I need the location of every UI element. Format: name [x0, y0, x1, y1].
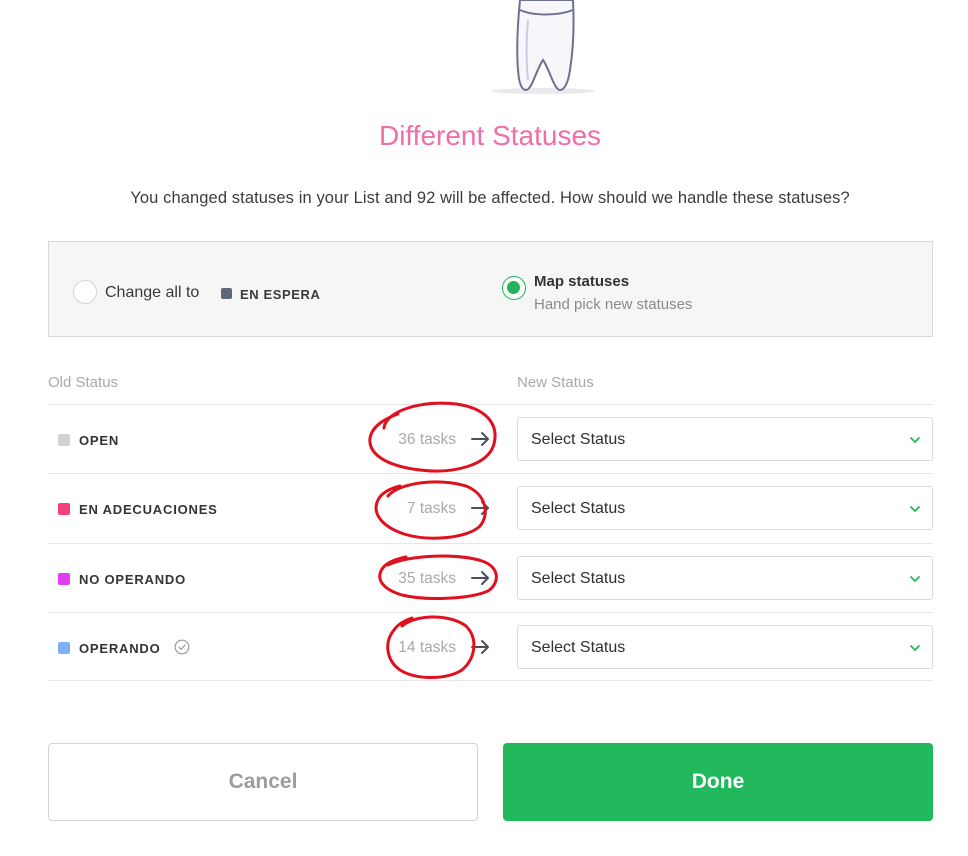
map-statuses-sublabel: Hand pick new statuses — [534, 296, 693, 313]
old-status-name: EN ADECUACIONES — [79, 502, 218, 517]
old-status-name: OPERANDO — [79, 641, 161, 656]
select-value: Select Status — [531, 431, 626, 448]
status-color-swatch — [58, 434, 70, 446]
map-statuses-label[interactable]: Map statuses — [534, 273, 629, 290]
arrow-right-icon — [471, 640, 489, 654]
new-status-select[interactable]: Select Status — [517, 486, 933, 530]
arrow-right-icon — [471, 571, 489, 585]
status-color-swatch — [58, 642, 70, 654]
dialog-message: You changed statuses in your List and 92… — [130, 189, 850, 207]
status-color-swatch — [221, 288, 232, 299]
done-button[interactable]: Done — [503, 743, 933, 821]
new-status-header: New Status — [517, 374, 594, 391]
closed-status-check-icon — [174, 639, 190, 655]
chevron-down-icon — [910, 576, 920, 582]
task-count: 36 tasks — [398, 431, 456, 448]
old-status-header: Old Status — [48, 374, 119, 391]
status-row-operando: OPERANDO 14 tasks Select Status — [48, 612, 933, 681]
select-value: Select Status — [531, 639, 626, 656]
new-status-select[interactable]: Select Status — [517, 625, 933, 669]
status-color-swatch — [58, 503, 70, 515]
status-row-open: OPEN 36 tasks Select Status — [48, 404, 933, 473]
arrow-right-icon — [471, 501, 489, 515]
status-color-swatch — [58, 573, 70, 585]
change-all-radio[interactable] — [73, 280, 97, 304]
change-all-status[interactable]: EN ESPERA — [240, 287, 321, 302]
chevron-down-icon — [910, 437, 920, 443]
task-count: 35 tasks — [398, 570, 456, 587]
chevron-down-icon — [910, 645, 920, 651]
status-row-no-operando: NO OPERANDO 35 tasks Select Status — [48, 543, 933, 612]
cancel-button[interactable]: Cancel — [48, 743, 478, 821]
tooth-illustration — [491, 0, 595, 94]
arrow-right-icon — [471, 432, 489, 446]
old-status-name: NO OPERANDO — [79, 572, 187, 587]
old-status-name: OPEN — [79, 433, 120, 448]
dialog-title: Different Statuses — [378, 120, 602, 151]
task-count: 7 tasks — [406, 500, 456, 517]
new-status-select[interactable]: Select Status — [517, 417, 933, 461]
chevron-down-icon — [910, 506, 920, 512]
task-count: 14 tasks — [398, 639, 456, 656]
status-row-en-adecuaciones: EN ADECUACIONES 7 tasks Select Status — [48, 473, 933, 542]
select-value: Select Status — [531, 500, 626, 517]
status-handling-options: Change all to EN ESPERA Map statuses Han… — [48, 241, 933, 337]
new-status-select[interactable]: Select Status — [517, 556, 933, 600]
change-all-label[interactable]: Change all to — [105, 284, 199, 302]
select-value: Select Status — [531, 570, 626, 587]
map-statuses-radio[interactable] — [502, 276, 526, 300]
